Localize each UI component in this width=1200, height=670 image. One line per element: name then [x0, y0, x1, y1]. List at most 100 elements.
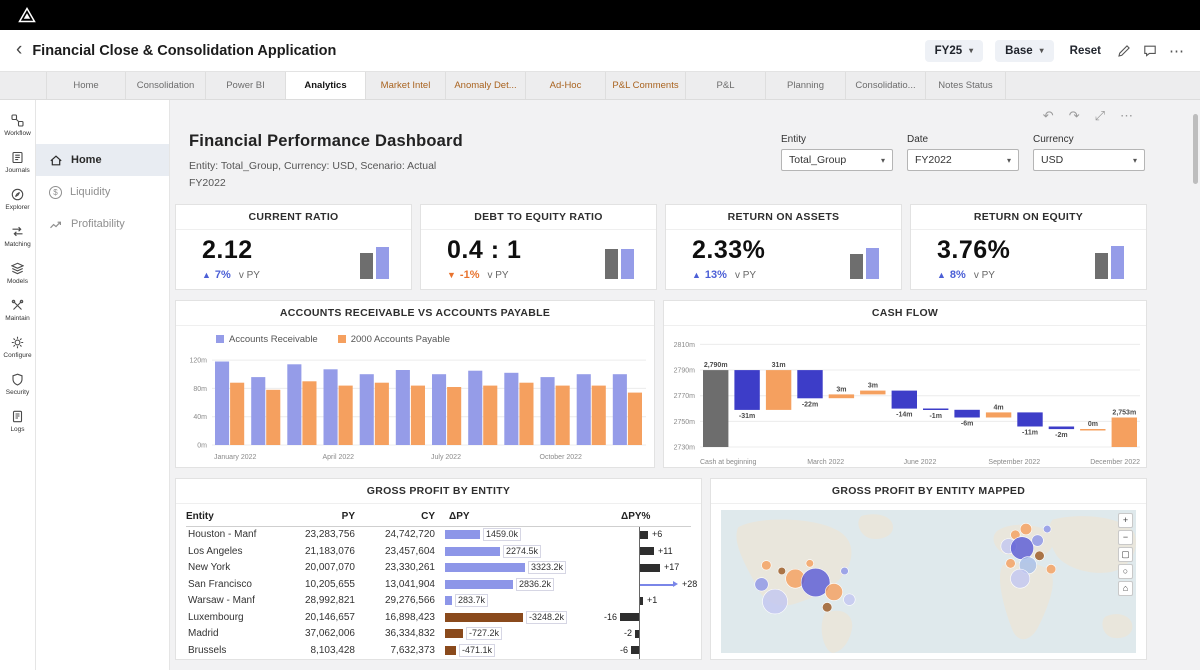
sidebar-item-home[interactable]: Home: [36, 144, 169, 176]
tab-consolidation[interactable]: Consolidation: [126, 72, 206, 99]
column-header-dpy-pct[interactable]: ΔPY%: [601, 511, 691, 522]
currency-filter-value: USD: [1041, 154, 1063, 166]
table-row[interactable]: Brussels8,103,4287,632,373-471.1k-6: [186, 642, 691, 659]
kpi-card-current-ratio[interactable]: CURRENT RATIO 2.12 ▲ 7% v PY: [175, 204, 412, 290]
app-logo-icon: [18, 7, 36, 23]
tab-planning[interactable]: Planning: [766, 72, 846, 99]
lasso-select-button[interactable]: ○: [1118, 564, 1133, 579]
tab-power-bi[interactable]: Power BI: [206, 72, 286, 99]
back-button[interactable]: ‹: [16, 40, 22, 59]
chevron-down-icon: ▾: [881, 156, 885, 165]
kpi-compare-label: v PY: [239, 270, 260, 281]
column-header-dpy[interactable]: ΔPY: [441, 511, 601, 522]
rail-item-workflow[interactable]: Workflow: [0, 108, 35, 143]
table-row[interactable]: Warsaw - Manf28,992,82129,276,566283.7k+…: [186, 593, 691, 610]
fullscreen-button[interactable]: ⤢: [1095, 108, 1105, 124]
svg-text:0m: 0m: [1088, 421, 1098, 428]
rail-item-logs[interactable]: Logs: [0, 404, 35, 439]
chart-title: GROSS PROFIT BY ENTITY: [176, 479, 701, 504]
date-filter-select[interactable]: FY2022 ▾: [907, 149, 1019, 171]
rail-item-models[interactable]: Models: [0, 256, 35, 291]
kpi-card-debt-to-equity[interactable]: DEBT TO EQUITY RATIO 0.4 : 1 ▼ -1% v PY: [420, 204, 657, 290]
tab-market-intel[interactable]: Market Intel: [366, 72, 446, 99]
tab-analytics[interactable]: Analytics: [286, 72, 366, 99]
entity-filter-select[interactable]: Total_Group ▾: [781, 149, 893, 171]
ar-ap-chart-panel: ACCOUNTS RECEIVABLE VS ACCOUNTS PAYABLE …: [175, 300, 655, 468]
more-button[interactable]: ⋯: [1120, 108, 1133, 124]
rail-item-configure[interactable]: Configure: [0, 330, 35, 365]
kpi-delta: -1%: [460, 269, 480, 281]
table-row[interactable]: Madrid37,062,00636,334,832-727.2k-2: [186, 626, 691, 643]
dashboard-subtitle-line2: FY2022: [189, 175, 463, 192]
scrollbar-thumb[interactable]: [1193, 114, 1198, 184]
chart-legend: Accounts Receivable 2000 Accounts Payabl…: [176, 326, 654, 347]
layers-icon: [11, 262, 24, 275]
redo-button[interactable]: ↷: [1069, 108, 1080, 124]
comment-button[interactable]: [1143, 44, 1157, 58]
kpi-mini-chart: [360, 239, 389, 279]
svg-text:-11m: -11m: [1022, 429, 1038, 436]
zoom-in-button[interactable]: +: [1118, 513, 1133, 528]
reset-view-button[interactable]: ⌂: [1118, 581, 1133, 596]
legend-item-receivable[interactable]: Accounts Receivable: [216, 334, 318, 345]
kpi-minibar: [376, 247, 389, 279]
svg-text:-31m: -31m: [739, 412, 755, 419]
tab-p-l[interactable]: P&L: [686, 72, 766, 99]
tab-anomaly-det[interactable]: Anomaly Det...: [446, 72, 526, 99]
column-header-cy[interactable]: CY: [361, 511, 441, 522]
shield-icon: [11, 373, 24, 386]
cash-flow-waterfall-chart[interactable]: 2730m2750m2770m2790m2810m2,790m-31m31m-2…: [664, 326, 1147, 468]
svg-text:2,790m: 2,790m: [704, 362, 728, 369]
rail-item-journals[interactable]: Journals: [0, 145, 35, 180]
svg-text:-1m: -1m: [929, 412, 941, 419]
delta-bar: [445, 563, 525, 572]
delta-pct-bar: [640, 597, 643, 605]
rail-item-security[interactable]: Security: [0, 367, 35, 402]
tab-p-l-comments[interactable]: P&L Comments: [606, 72, 686, 99]
kpi-value: 2.33%: [692, 236, 765, 265]
kpi-card-return-on-assets[interactable]: RETURN ON ASSETS 2.33% ▲ 13% v PY: [665, 204, 902, 290]
tab-home[interactable]: Home: [46, 72, 126, 99]
delta-pct-bar: [640, 547, 654, 555]
dollar-icon: $: [49, 186, 62, 199]
undo-button[interactable]: ↶: [1043, 108, 1054, 124]
table-header-row: Entity PY CY ΔPY ΔPY%: [186, 508, 691, 527]
tab-ad-hoc[interactable]: Ad-Hoc: [526, 72, 606, 99]
tab-consolidatio[interactable]: Consolidatio...: [846, 72, 926, 99]
currency-filter-select[interactable]: USD ▾: [1033, 149, 1145, 171]
column-header-py[interactable]: PY: [281, 511, 361, 522]
top-bar: [0, 0, 1200, 30]
table-row[interactable]: San Francisco10,205,65513,041,9042836.2k…: [186, 576, 691, 593]
table-row[interactable]: Luxembourg20,146,65716,898,423-3248.2k-1…: [186, 609, 691, 626]
svg-text:2,753m: 2,753m: [1112, 409, 1136, 416]
box-select-button[interactable]: ▢: [1118, 547, 1133, 562]
rail-item-explorer[interactable]: Explorer: [0, 182, 35, 217]
more-options-button[interactable]: ⋯: [1169, 42, 1184, 60]
table-row[interactable]: New York20,007,07023,330,2613323.2k+17: [186, 560, 691, 577]
tab-notes-status[interactable]: Notes Status: [926, 72, 1006, 99]
fiscal-year-select[interactable]: FY25 ▾: [925, 40, 984, 62]
svg-text:December 2022: December 2022: [1090, 459, 1140, 466]
table-row[interactable]: Houston - Manf23,283,75624,742,7201459.0…: [186, 527, 691, 544]
reset-button[interactable]: Reset: [1070, 45, 1101, 57]
base-label: Base: [1005, 45, 1033, 57]
base-select[interactable]: Base ▾: [995, 40, 1054, 62]
rail-item-maintain[interactable]: Maintain: [0, 293, 35, 328]
sidebar-item-profitability[interactable]: Profitability: [36, 208, 169, 240]
world-bubble-map[interactable]: [721, 510, 1136, 653]
table-row[interactable]: Los Angeles21,183,07623,457,6042274.5k+1…: [186, 543, 691, 560]
edit-button[interactable]: [1117, 44, 1131, 58]
legend-item-payable[interactable]: 2000 Accounts Payable: [338, 334, 450, 345]
svg-text:-2m: -2m: [1055, 432, 1067, 439]
kpi-card-return-on-equity[interactable]: RETURN ON EQUITY 3.76% ▲ 8% v PY: [910, 204, 1147, 290]
gross-profit-map-panel: GROSS PROFIT BY ENTITY MAPPED + − ▢ ○ ⌂: [710, 478, 1147, 660]
kpi-minibar: [360, 253, 373, 279]
rail-item-matching[interactable]: Matching: [0, 219, 35, 254]
ar-ap-bar-chart[interactable]: 0m40m80m120mJanuary 2022April 2022July 2…: [176, 347, 655, 465]
sidebar-item-liquidity[interactable]: $ Liquidity: [36, 176, 169, 208]
column-header-entity[interactable]: Entity: [186, 511, 281, 522]
delta-bar: [445, 596, 452, 605]
rail-label: Maintain: [5, 315, 30, 322]
zoom-out-button[interactable]: −: [1118, 530, 1133, 545]
delta-pct-bar: [635, 630, 639, 638]
